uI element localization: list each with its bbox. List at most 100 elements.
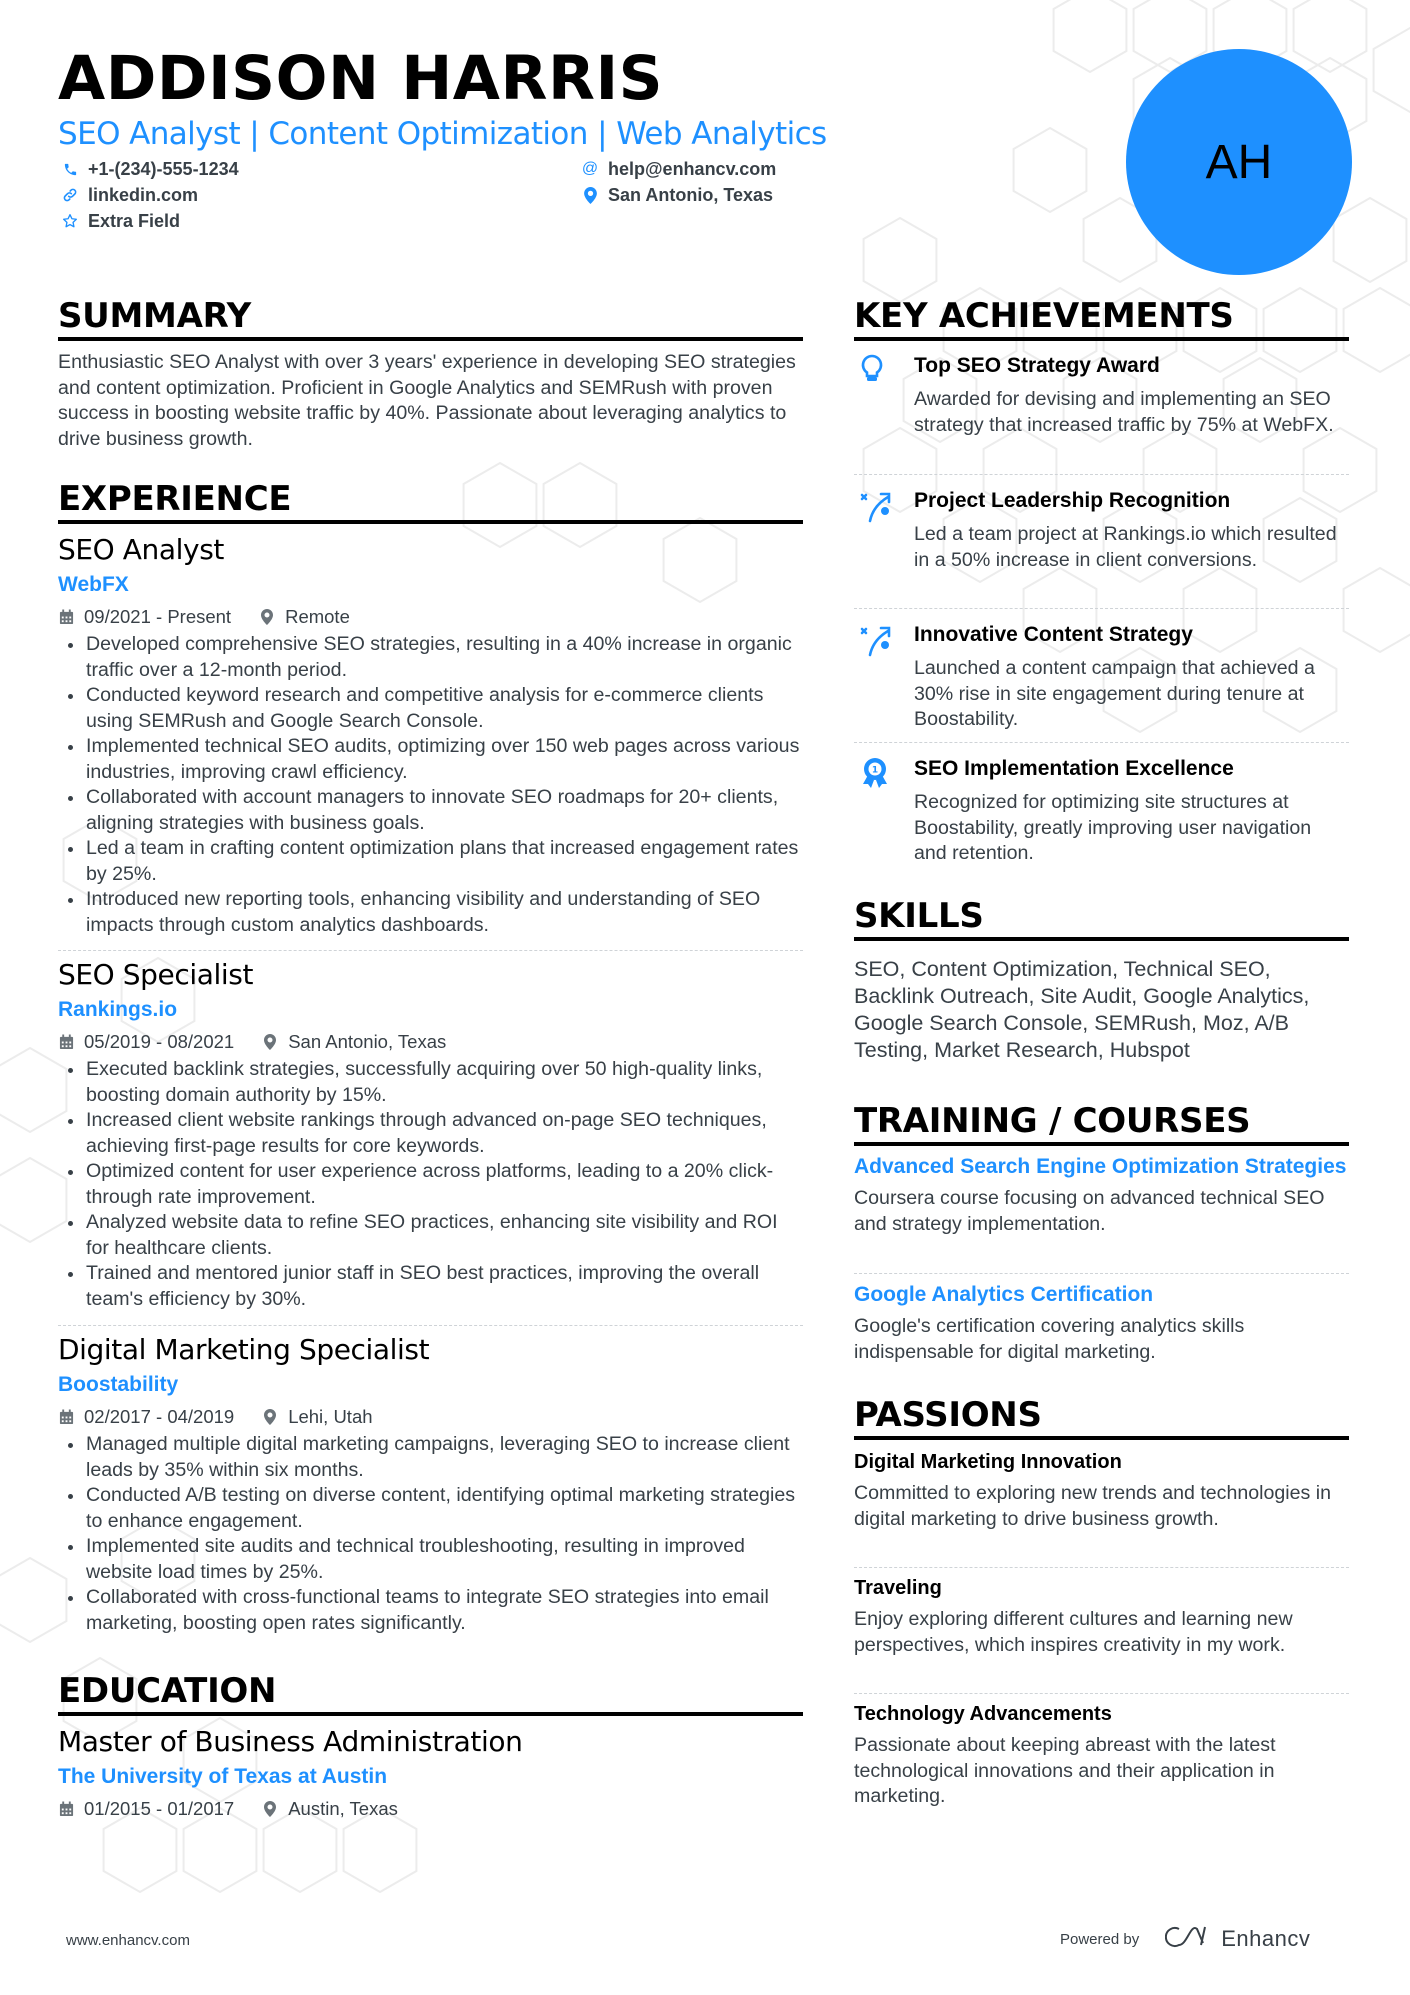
achievement-item: 1 SEO Implementation Excellence Recogniz… [854,755,1349,867]
job-location: San Antonio, Texas [288,1031,447,1052]
education-entry: Master of Business Administration The Un… [58,1725,803,1821]
job-dates: 09/2021 - Present [84,606,232,627]
achievement-desc: Led a team project at Rankings.io which … [914,523,1337,571]
entry-divider [58,1325,803,1326]
course-title: Advanced Search Engine Optimization Stra… [854,1155,1347,1178]
candidate-headline: SEO Analyst | Content Optimization | Web… [58,116,827,152]
at-icon: @ [581,160,599,177]
job-bullets: Developed comprehensive SEO strategies, … [58,632,803,938]
footer-website[interactable]: www.enhancv.com [66,1932,190,1949]
training-rule [854,1142,1349,1146]
job-meta: 09/2021 - Present Remote [58,605,803,629]
calendar-icon [58,1408,74,1426]
calendar-icon [58,1033,74,1051]
company-name: WebFX [58,573,129,596]
course-desc: Google's certification covering analytic… [854,1315,1245,1363]
achievement-title: Project Leadership Recognition [914,489,1231,512]
education-meta: 01/2015 - 01/2017 Austin, Texas [58,1797,803,1821]
resume-page: ADDISON HARRIS SEO Analyst | Content Opt… [0,0,1410,1995]
avatar: AH [1126,49,1352,275]
job-title: SEO Analyst [58,533,224,566]
training-heading: TRAINING / COURSES [854,1101,1251,1141]
email-text[interactable]: help@enhancv.com [608,157,776,181]
bullet-item: Conducted A/B testing on diverse content… [58,1483,803,1534]
achievement-desc: Awarded for devising and implementing an… [914,388,1334,436]
passion-desc: Committed to exploring new trends and te… [854,1482,1332,1530]
phone-icon [62,160,78,178]
achievements-heading: KEY ACHIEVEMENTS [854,296,1234,336]
course-desc: Coursera course focusing on advanced tec… [854,1187,1325,1235]
calendar-icon [58,1800,74,1818]
passion-desc: Enjoy exploring different cultures and l… [854,1608,1293,1656]
job-dates: 05/2019 - 08/2021 [84,1031,235,1052]
passion-item: Technology Advancements Passionate about… [854,1701,1349,1810]
phone-text[interactable]: +1-(234)-555-1234 [88,157,239,181]
job-meta: 02/2017 - 04/2019 Lehi, Utah [58,1405,803,1429]
contact-linkedin: linkedin.com [62,183,198,207]
achievement-desc: Recognized for optimizing site structure… [914,791,1312,864]
passion-title: Technology Advancements [854,1703,1112,1725]
summary-heading: SUMMARY [58,296,251,336]
bullet-item: Developed comprehensive SEO strategies, … [58,632,803,683]
bullet-item: Collaborated with account managers to in… [58,785,803,836]
powered-by-label: Powered by [1060,1930,1140,1948]
entry-divider [854,1567,1349,1568]
summary-rule [58,337,803,341]
map-pin-icon [262,1800,278,1818]
passions-heading: PASSIONS [854,1395,1042,1435]
passion-desc: Passionate about keeping abreast with th… [854,1734,1276,1807]
award-medal-icon: 1 [854,755,914,867]
education-location: Austin, Texas [288,1798,398,1819]
strategy-icon [854,621,914,733]
bullet-item: Trained and mentored junior staff in SEO… [58,1261,803,1312]
job-dates: 02/2017 - 04/2019 [84,1406,235,1427]
bullet-item: Analyzed website data to refine SEO prac… [58,1210,803,1261]
map-pin-icon [259,608,275,626]
candidate-name: ADDISON HARRIS [58,43,664,114]
company-name: Boostability [58,1373,179,1396]
achievement-title: Top SEO Strategy Award [914,354,1160,377]
degree-title: Master of Business Administration [58,1725,523,1758]
passion-item: Traveling Enjoy exploring different cult… [854,1575,1349,1658]
education-dates: 01/2015 - 01/2017 [84,1798,235,1819]
bullet-item: Executed backlink strategies, successful… [58,1057,803,1108]
achievement-title: SEO Implementation Excellence [914,757,1234,780]
experience-entry: SEO Specialist Rankings.io 05/2019 - 08/… [58,958,803,1312]
course-item: Advanced Search Engine Optimization Stra… [854,1153,1349,1237]
map-pin-icon [262,1033,278,1051]
education-heading: EDUCATION [58,1671,277,1711]
summary-text: Enthusiastic SEO Analyst with over 3 yea… [58,351,796,450]
experience-entry: SEO Analyst WebFX 09/2021 - Present Remo… [58,533,803,938]
location-text: San Antonio, Texas [608,185,774,205]
bullet-item: Optimized content for user experience ac… [58,1159,803,1210]
achievement-item: Project Leadership Recognition Led a tea… [854,487,1349,573]
job-location: Remote [285,606,350,627]
bullet-item: Introduced new reporting tools, enhancin… [58,887,803,938]
skills-rule [854,937,1349,941]
achievements-rule [854,337,1349,341]
bullet-item: Increased client website rankings throug… [58,1108,803,1159]
job-location: Lehi, Utah [288,1406,373,1427]
passion-title: Traveling [854,1577,942,1599]
avatar-initials: AH [1205,135,1273,189]
experience-entry: Digital Marketing Specialist Boostabilit… [58,1333,803,1636]
entry-divider [854,474,1349,475]
job-meta: 05/2019 - 08/2021 San Antonio, Texas [58,1030,803,1054]
education-rule [58,1712,803,1716]
achievement-title: Innovative Content Strategy [914,623,1193,646]
contact-extra-field: Extra Field [62,209,180,233]
map-pin-icon [582,186,598,204]
contact-location: San Antonio, Texas [582,183,773,207]
job-title: Digital Marketing Specialist [58,1333,430,1366]
achievement-item: Top SEO Strategy Award Awarded for devis… [854,352,1349,438]
enhancv-logo-icon [1165,1925,1209,1953]
skills-heading: SKILLS [854,896,984,936]
job-bullets: Executed backlink strategies, successful… [58,1057,803,1312]
calendar-icon [58,608,74,626]
linkedin-text[interactable]: linkedin.com [88,183,198,207]
bullet-item: Implemented technical SEO audits, optimi… [58,734,803,785]
bullet-item: Conducted keyword research and competiti… [58,683,803,734]
passion-title: Digital Marketing Innovation [854,1451,1122,1473]
course-title: Google Analytics Certification [854,1283,1154,1306]
skills-text: SEO, Content Optimization, Technical SEO… [854,957,1310,1062]
